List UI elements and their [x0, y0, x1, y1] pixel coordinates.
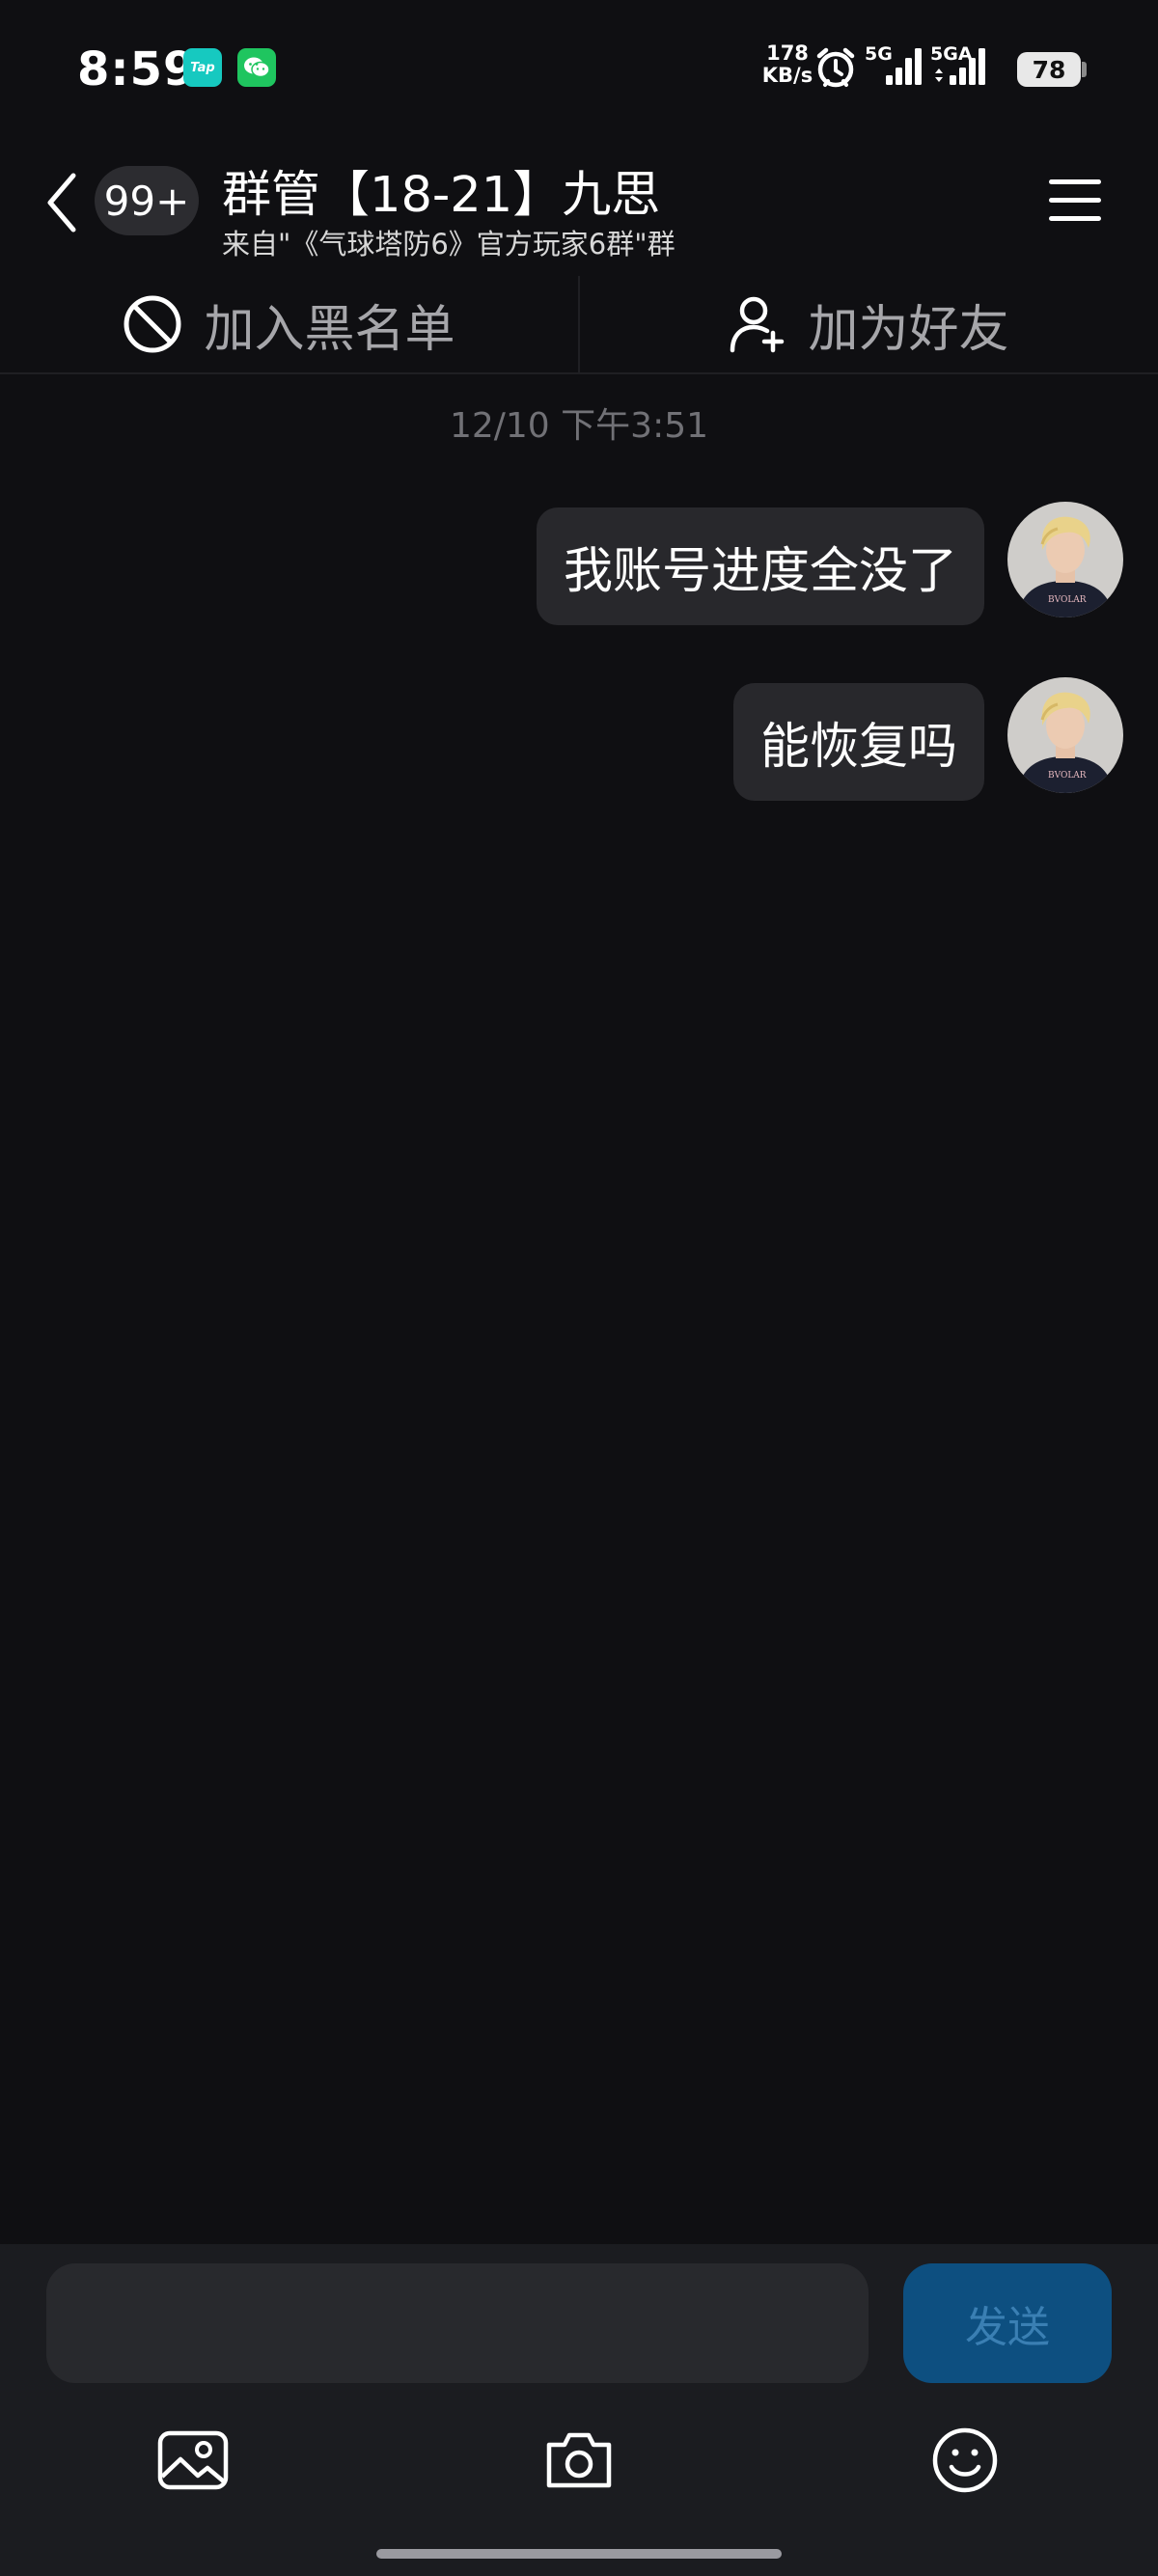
message-bubble[interactable]: 我账号进度全没了: [536, 507, 984, 625]
tap-app-icon: Tap: [183, 48, 222, 87]
camera-button[interactable]: [540, 2422, 618, 2499]
add-user-icon: [731, 296, 785, 353]
wechat-icon: [237, 48, 276, 87]
block-label: 加入黑名单: [204, 300, 455, 359]
composer: 发送: [0, 2244, 1158, 2576]
add-friend-label: 加为好友: [808, 300, 1009, 359]
chat-header: 99+ 群管【18-21】九思 来自"《气球塔防6》官方玩家6群"群: [0, 154, 1158, 274]
emoji-icon: [932, 2427, 998, 2493]
svg-text:BVOLAR: BVOLAR: [1048, 771, 1087, 781]
chat-subtitle: 来自"《气球塔防6》官方玩家6群"群: [222, 228, 676, 260]
message-input[interactable]: [46, 2263, 868, 2383]
svg-text:BVOLAR: BVOLAR: [1048, 595, 1087, 605]
alarm-icon: [815, 46, 856, 93]
message-row: 能恢复吗 BVOLAR: [0, 677, 1158, 803]
camera-icon: [546, 2432, 612, 2488]
message-bubble[interactable]: 能恢复吗: [732, 683, 984, 801]
menu-button[interactable]: [1047, 176, 1105, 226]
chat-title: 群管【18-21】九思: [222, 167, 661, 224]
home-indicator[interactable]: [376, 2549, 782, 2559]
action-bar: 加入黑名单 加为好友: [0, 276, 1158, 374]
block-icon: [124, 295, 181, 353]
back-button[interactable]: [35, 172, 89, 233]
block-button[interactable]: 加入黑名单: [0, 276, 578, 372]
chevron-left-icon: [47, 173, 76, 233]
avatar[interactable]: BVOLAR: [1007, 677, 1123, 793]
send-button[interactable]: 发送: [903, 2263, 1112, 2383]
message-timestamp: 12/10 下午3:51: [449, 406, 709, 446]
emoji-button[interactable]: [926, 2422, 1004, 2499]
add-friend-button[interactable]: 加为好友: [580, 276, 1158, 372]
unread-count-badge[interactable]: 99+: [95, 166, 199, 235]
status-bar: 8:59 Tap 178 KB/s 5G 5GA 78: [0, 0, 1158, 140]
battery-indicator: 78: [1017, 52, 1081, 87]
menu-icon: [1049, 179, 1101, 184]
image-button[interactable]: [154, 2422, 232, 2499]
chat-screen: 8:59 Tap 178 KB/s 5G 5GA 78 99+ 群管【18-21…: [0, 0, 1158, 2576]
avatar[interactable]: BVOLAR: [1007, 502, 1123, 617]
battery-tip: [1082, 62, 1087, 77]
image-icon: [157, 2430, 229, 2490]
message-row: 我账号进度全没了 BVOLAR: [0, 502, 1158, 627]
status-time: 8:59: [77, 42, 197, 96]
network-speed: 178 KB/s: [761, 41, 813, 87]
